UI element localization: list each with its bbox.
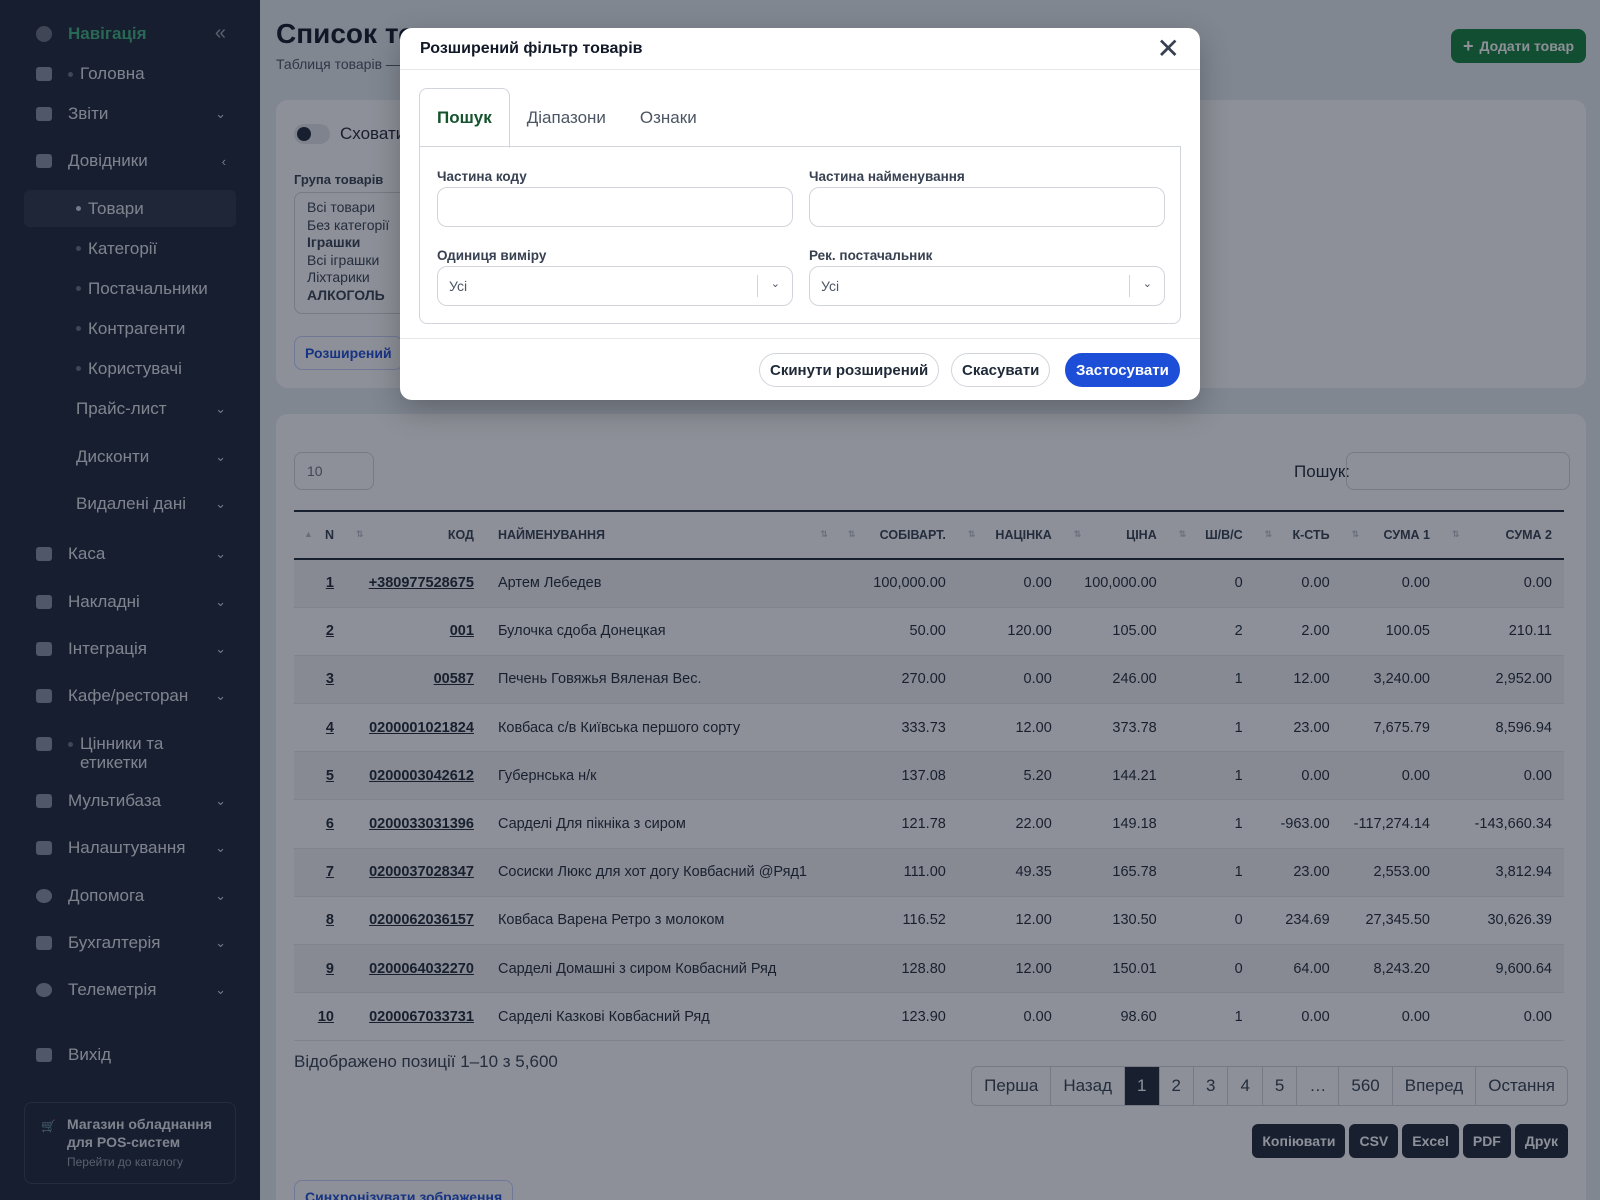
code-part-input[interactable]: [437, 187, 793, 227]
tab-search[interactable]: Пошук: [419, 88, 510, 148]
unit-select[interactable]: Усі ⌄: [437, 266, 793, 306]
chevron-down-icon: ⌄: [770, 278, 780, 290]
supplier-select[interactable]: Усі ⌄: [809, 266, 1165, 306]
chevron-down-icon: ⌄: [1142, 278, 1152, 290]
code-part-label: Частина коду: [437, 169, 527, 184]
advanced-filter-modal: Розширений фільтр товарів ✕ Пошук Діапаз…: [400, 28, 1200, 400]
apply-button[interactable]: Застосувати: [1065, 353, 1180, 387]
modal-tabs: Пошук Діапазони Ознаки: [419, 88, 714, 148]
modal-footer: Скинути розширений Скасувати Застосувати: [400, 338, 1200, 400]
tab-attributes[interactable]: Ознаки: [623, 88, 714, 148]
cancel-button[interactable]: Скасувати: [951, 353, 1051, 387]
tab-ranges[interactable]: Діапазони: [510, 88, 623, 148]
name-part-input[interactable]: [809, 187, 1165, 227]
unit-select-value: Усі: [449, 278, 468, 294]
supplier-select-value: Усі: [821, 278, 840, 294]
unit-label: Одиниця виміру: [437, 248, 547, 263]
modal-header: Розширений фільтр товарів ✕: [400, 28, 1200, 70]
supplier-label: Рек. постачальник: [809, 248, 933, 263]
close-icon[interactable]: ✕: [1157, 34, 1180, 63]
name-part-label: Частина найменування: [809, 169, 965, 184]
tab-pane-search: Частина коду Частина найменування Одиниц…: [419, 146, 1181, 324]
modal-title: Розширений фільтр товарів: [420, 39, 643, 57]
reset-extended-button[interactable]: Скинути розширений: [759, 353, 940, 387]
